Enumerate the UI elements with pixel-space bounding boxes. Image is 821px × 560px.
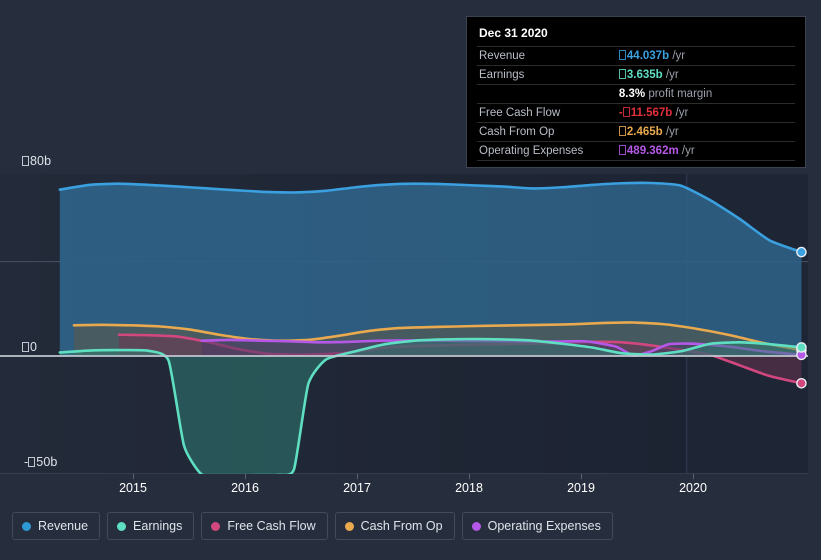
tooltip-date: Dec 31 2020: [479, 26, 548, 40]
tooltip-row: Cash From Op 2.465b /yr: [477, 122, 795, 142]
x-axis-tick: [581, 474, 582, 479]
legend-swatch-icon: [211, 521, 221, 531]
data-tooltip: Dec 31 2020 Revenue 44.037b /yr Earnings 3.…: [466, 16, 806, 168]
x-axis-tick: [245, 474, 246, 479]
tooltip-row: Earnings 3.635b /yr: [477, 65, 795, 85]
legend-item-earnings[interactable]: Earnings: [107, 512, 195, 540]
y-axis-label: 0: [22, 340, 37, 354]
tooltip-row-label: Free Cash Flow: [479, 107, 561, 119]
plot-area[interactable]: [0, 174, 808, 474]
legend-item-label: Earnings: [133, 519, 183, 533]
tooltip-row-label: [477, 85, 617, 104]
legend-item-cash-from-op[interactable]: Cash From Op: [334, 512, 455, 540]
tooltip-row-value: 3.635b /yr: [617, 66, 795, 85]
legend-swatch-icon: [471, 521, 481, 531]
x-axis-tick: [357, 474, 358, 479]
y-axis-label-text: 50b: [36, 455, 58, 469]
currency-symbol-icon: [618, 145, 626, 155]
endpoint-Free Cash Flow: [796, 377, 807, 389]
endpoint-Revenue: [796, 246, 807, 258]
legend-item-label: Free Cash Flow: [227, 519, 316, 533]
x-axis-label: 2020: [679, 481, 707, 495]
x-axis-tick: [469, 474, 470, 479]
y-axis-label: 80b: [22, 154, 51, 168]
currency-symbol-icon: [618, 69, 626, 79]
x-axis-tick: [133, 474, 134, 479]
tooltip-row: Operating Expenses 489.362m /yr: [477, 141, 795, 161]
tooltip-row-label: Earnings: [479, 69, 525, 81]
tooltip-row-value: 489.362m /yr: [617, 142, 795, 161]
currency-symbol-icon: [28, 457, 36, 467]
x-axis-label: 2018: [455, 481, 483, 495]
tooltip-row-value: 44.037b /yr: [617, 47, 795, 66]
plot-svg: [0, 174, 808, 474]
tooltip-row-value: 8.3% profit margin: [618, 88, 713, 100]
x-axis-tick: [693, 474, 694, 479]
tooltip-row-value: -11.567b /yr: [618, 107, 689, 119]
currency-symbol-icon: [622, 107, 630, 117]
tooltip-row-value: 2.465b /yr: [617, 123, 795, 142]
y-axis-label-text: 0: [30, 340, 38, 354]
legend-item-revenue[interactable]: Revenue: [12, 512, 101, 540]
x-axis-label: 2019: [567, 481, 595, 495]
legend-item-label: Operating Expenses: [487, 519, 601, 533]
financial-chart: 80b 0 -50b 2015 2016 2017 2018 2019 2020 Dec 31…: [0, 0, 821, 560]
currency-symbol-icon: [618, 50, 626, 60]
legend-item-label: Revenue: [38, 519, 89, 533]
legend-item-operating-expenses[interactable]: Operating Expenses: [461, 512, 613, 540]
x-axis-label: 2016: [231, 481, 259, 495]
tooltip-row: Revenue 44.037b /yr: [477, 46, 795, 66]
tooltip-table: Revenue 44.037b /yr Earnings 3.635b /yr 8.3%…: [477, 46, 795, 161]
currency-symbol-icon: [22, 156, 29, 166]
legend-swatch-icon: [22, 521, 31, 531]
tooltip-row: 8.3% profit margin: [477, 84, 795, 104]
currency-symbol-icon: [618, 126, 626, 136]
x-axis-label: 2015: [119, 481, 147, 495]
tooltip-row-label: Cash From Op: [479, 126, 555, 138]
legend-item-free-cash-flow[interactable]: Free Cash Flow: [201, 512, 328, 540]
x-axis-label: 2017: [343, 481, 371, 495]
legend-item-label: Cash From Op: [360, 519, 443, 533]
legend-swatch-icon: [344, 521, 354, 531]
chart-legend[interactable]: Revenue Earnings Free Cash Flow Cash From O…: [12, 512, 613, 540]
tooltip-row-label: Revenue: [479, 50, 526, 62]
y-axis-label: -50b: [24, 455, 58, 469]
y-axis-label-text: 80b: [30, 154, 52, 168]
tooltip-row: Free Cash Flow -11.567b /yr: [477, 103, 795, 123]
tooltip-row-label: Operating Expenses: [479, 145, 584, 157]
currency-symbol-icon: [22, 342, 29, 352]
legend-swatch-icon: [117, 521, 127, 531]
endpoint-Earnings: [796, 342, 807, 353]
